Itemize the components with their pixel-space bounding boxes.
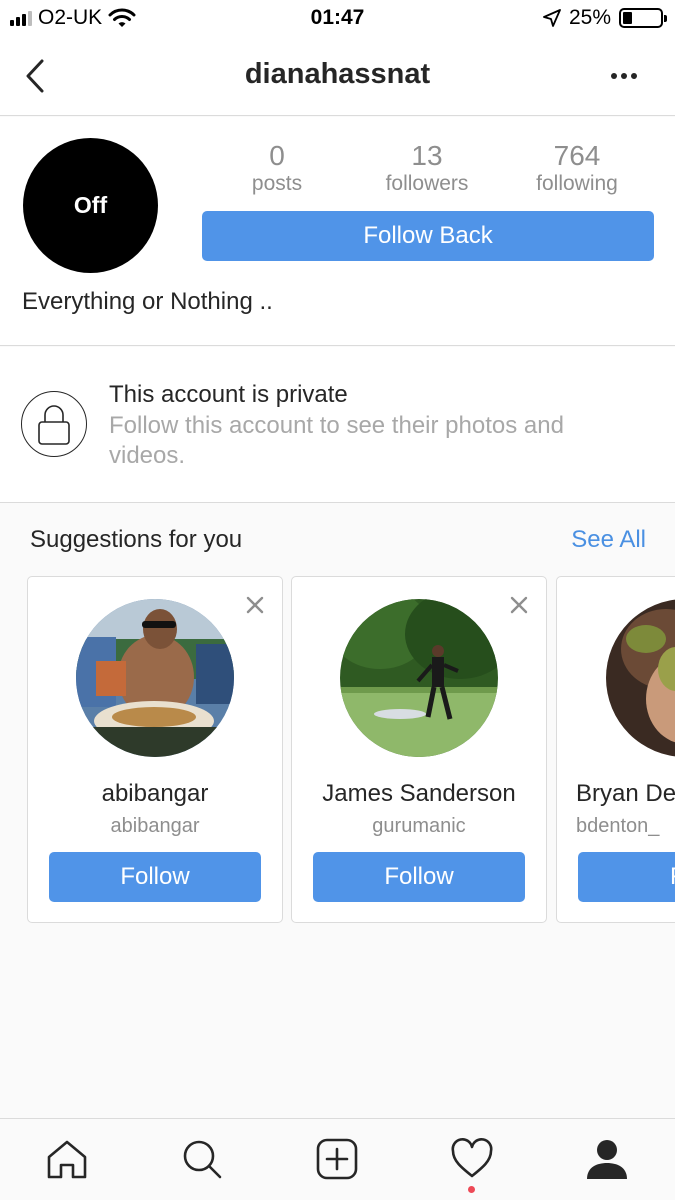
posts-count: 0 [269,140,285,171]
suggestion-avatar[interactable] [76,599,234,757]
follow-back-button[interactable]: Follow Back [202,211,654,261]
lock-badge [21,391,87,457]
close-icon[interactable] [509,595,529,615]
stat-following[interactable]: 764 following [502,141,652,197]
nav-bar: dianahassnat [0,38,675,116]
see-all-link[interactable]: See All [571,526,646,554]
suggestion-avatar[interactable] [606,599,675,757]
profile-icon[interactable] [585,1137,629,1181]
suggestion-avatar[interactable] [340,599,498,757]
tab-bar [0,1118,675,1200]
suggestion-card: abibangar abibangar Follow [27,576,283,923]
avatar-photo-icon [340,599,498,757]
status-right: 25% [543,6,667,30]
suggestion-username: gurumanic [372,815,466,837]
search-icon[interactable] [180,1137,224,1181]
battery-percent: 25% [568,6,611,29]
suggestion-username: abibangar [110,815,200,837]
posts-label: posts [251,172,303,195]
stat-posts: 0 posts [202,141,352,197]
followers-label: followers [385,172,469,195]
profile-screen: O2-UK 01:47 25% dianahassnat Off 0 posts… [0,0,675,1200]
avatar[interactable]: Off [23,138,158,273]
notification-dot [468,1186,475,1193]
page-title: dianahassnat [244,58,431,90]
private-account-notice: This account is private Follow this acco… [0,347,675,503]
follow-button[interactable]: Fo [578,852,675,902]
close-icon[interactable] [245,595,265,615]
suggestion-name: Bryan De [576,780,675,807]
battery-icon [619,8,667,28]
home-icon[interactable] [45,1137,89,1181]
suggestions-carousel[interactable]: abibangar abibangar Follow James Sanders… [0,576,675,924]
suggestions-title: Suggestions for you [30,526,243,553]
suggestion-card: James Sanderson gurumanic Follow [291,576,547,923]
more-dots-icon[interactable] [609,64,639,88]
suggestion-username: bdenton_ [576,815,660,837]
follow-button[interactable]: Follow [313,852,525,902]
lock-icon [37,404,70,445]
following-label: following [536,172,618,195]
private-title: This account is private [109,381,348,408]
suggestion-card: Bryan De bdenton_ Fo [556,576,675,923]
follow-button[interactable]: Follow [49,852,261,902]
followers-count: 13 [411,140,443,171]
activity-heart-icon[interactable] [450,1137,494,1181]
profile-bio: Everything or Nothing .. [22,288,273,315]
location-arrow-icon [543,9,561,27]
avatar-text: Off [73,192,108,218]
suggestion-name: James Sanderson [322,780,516,807]
status-bar: O2-UK 01:47 25% [0,0,675,38]
suggestion-name: abibangar [101,780,209,807]
following-count: 764 [553,140,601,171]
profile-header: Off 0 posts 13 followers 764 following F… [0,117,675,346]
private-subtitle: Follow this account to see their photos … [109,412,564,469]
add-post-icon[interactable] [315,1137,359,1181]
avatar-photo-icon [76,599,234,757]
avatar-photo-icon [606,599,675,757]
stat-followers[interactable]: 13 followers [352,141,502,197]
